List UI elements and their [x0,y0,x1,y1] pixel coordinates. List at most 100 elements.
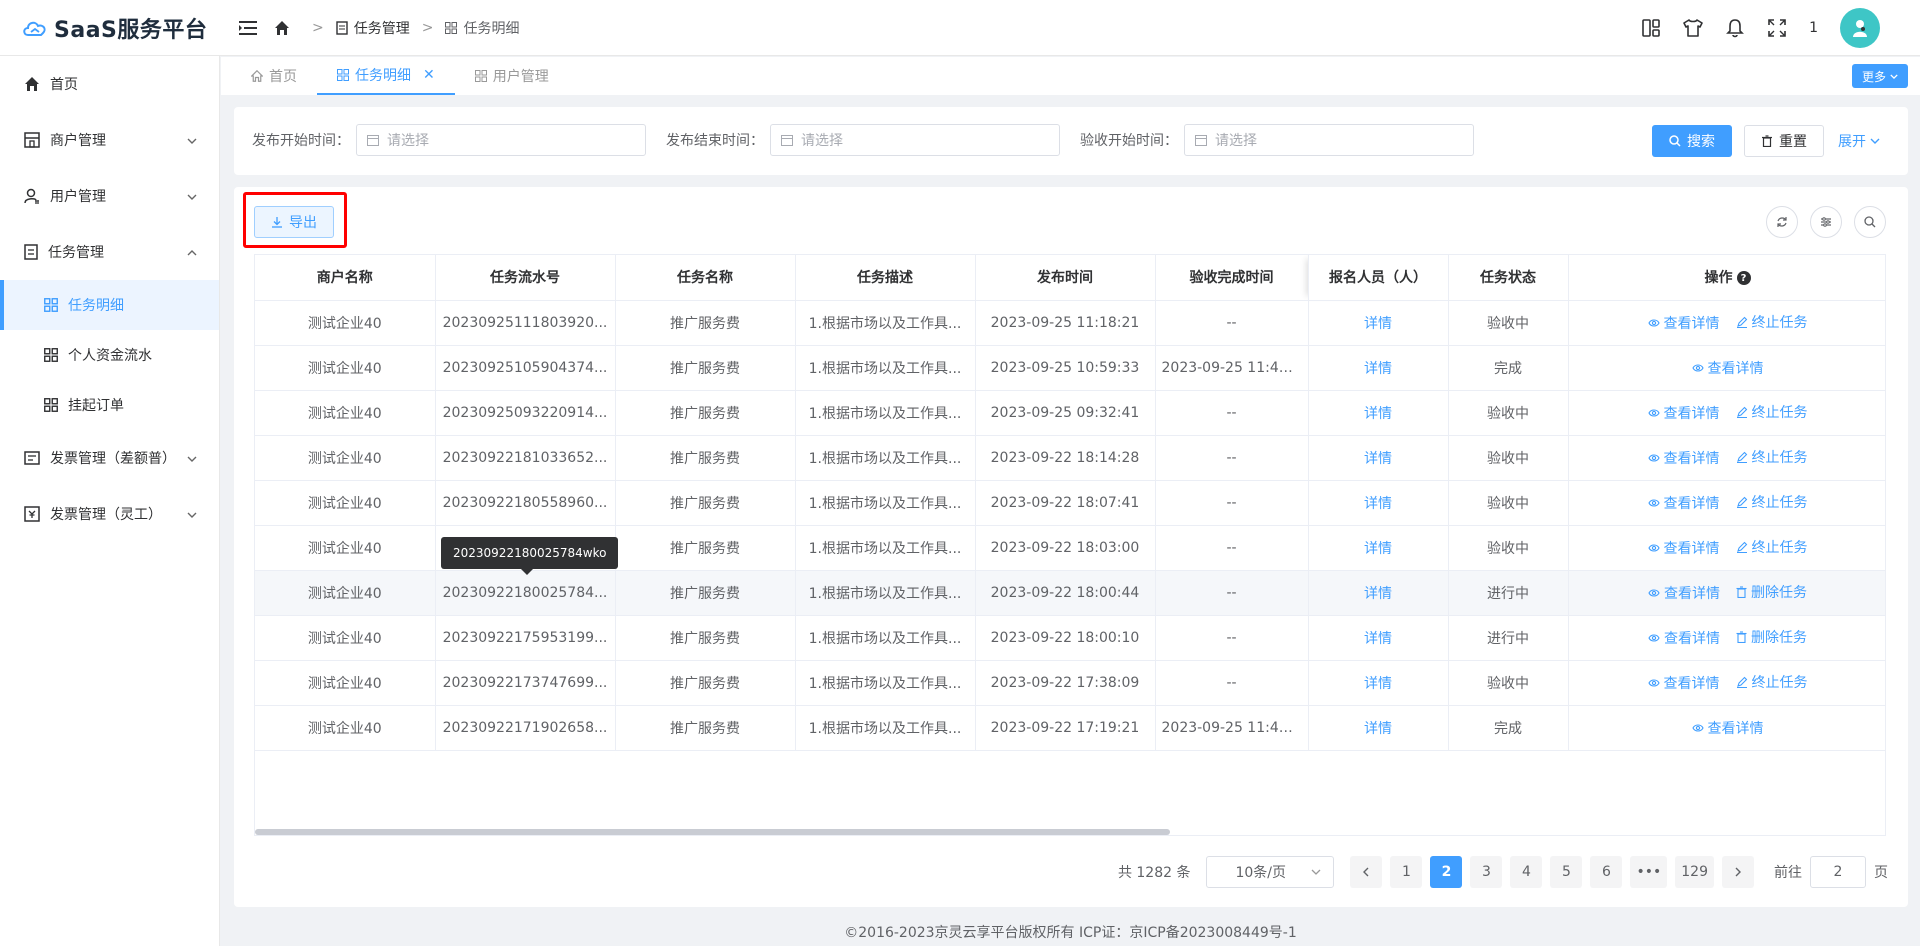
table-row[interactable]: 测试企业40 20230925111803920... 推广服务费 1.根据市场以及工… [255,300,1885,346]
tab-user-manage[interactable]: 用户管理 [455,57,569,95]
accept-start-placeholder: 请选择 [1215,133,1257,149]
cell-actions: 查看详情 终止任务 [1568,300,1885,346]
cell-task-desc: 1.根据市场以及工作具... [795,525,976,571]
page-button[interactable]: 129 [1675,856,1714,888]
logo[interactable]: SaaS服务平台 [0,0,220,56]
sidebar-item-user[interactable]: 用户管理 [0,168,219,224]
prev-page-button[interactable] [1350,856,1383,888]
sidebar-item-fund-flow[interactable]: 个人资金流水 [0,330,219,380]
publish-start-input[interactable]: 请选择 [356,124,646,156]
view-detail-link[interactable]: 查看详情 [1647,448,1720,468]
grid-icon [44,348,58,362]
column-settings-button[interactable] [1810,206,1842,238]
tab-home[interactable]: 首页 [231,57,317,95]
eye-icon [1647,454,1660,462]
menu-fold-icon[interactable] [238,18,258,38]
page-button[interactable]: 5 [1550,856,1583,888]
cell-signup: 详情 [1308,345,1449,391]
sidebar-item-suspended-orders[interactable]: 挂起订单 [0,380,219,430]
cell-signup: 详情 [1308,705,1449,751]
reset-button[interactable]: 重置 [1744,125,1824,157]
goto-page-input[interactable]: 2 [1810,856,1866,888]
stop-task-link[interactable]: 终止任务 [1736,402,1808,422]
export-button[interactable]: 导出 [254,206,334,238]
table-row[interactable]: 测试企业40 20230925105904374... 推广服务费 1.根据市场以及工… [255,345,1885,391]
signup-detail-link[interactable]: 详情 [1364,586,1392,602]
help-icon[interactable]: ? [1736,271,1751,286]
view-detail-link[interactable]: 查看详情 [1647,538,1720,558]
table-row[interactable]: 测试企业40 20230922180025784... 推广服务费 1.根据市场以及工… [255,570,1885,616]
signup-detail-link[interactable]: 详情 [1364,541,1392,557]
stop-task-link[interactable]: 终止任务 [1736,537,1808,557]
bell-icon[interactable] [1725,18,1745,38]
stop-task-link[interactable]: 终止任务 [1736,672,1808,692]
sidebar-item-home[interactable]: 首页 [0,56,219,112]
tab-task-detail[interactable]: 任务明细 ✕ [317,57,455,95]
search-button[interactable]: 搜索 [1652,125,1732,157]
sidebar-item-merchant[interactable]: 商户管理 [0,112,219,168]
table-row[interactable]: 测试企业40 20230925093220914... 推广服务费 1.根据市场以及工… [255,390,1885,436]
view-detail-link[interactable]: 查看详情 [1647,673,1720,693]
theme-shirt-icon[interactable] [1683,18,1703,38]
page-button[interactable]: 6 [1590,856,1623,888]
view-detail-link[interactable]: 查看详情 [1691,718,1764,738]
stop-task-link[interactable]: 终止任务 [1736,447,1808,467]
signup-detail-link[interactable]: 详情 [1364,406,1392,422]
cell-publish-time: 2023-09-22 18:03:00 [975,525,1156,571]
layout-icon[interactable] [1641,18,1661,38]
signup-detail-link[interactable]: 详情 [1364,496,1392,512]
home-icon[interactable] [272,18,292,38]
sidebar-item-task[interactable]: 任务管理 [0,224,219,280]
delete-task-link[interactable]: 删除任务 [1736,627,1807,647]
stop-task-link[interactable]: 终止任务 [1736,492,1808,512]
sidebar-item-invoice-flex[interactable]: 发票管理（灵工） [0,486,219,542]
close-icon[interactable]: ✕ [423,67,435,83]
page-size-select[interactable]: 10条/页 [1206,856,1335,888]
horizontal-scrollbar[interactable] [255,829,1170,835]
view-detail-link[interactable]: 查看详情 [1647,493,1720,513]
view-detail-link[interactable]: 查看详情 [1647,403,1720,423]
page-button[interactable]: 3 [1470,856,1503,888]
publish-start-field: 发布开始时间： 请选择 [252,124,646,156]
expand-button[interactable]: 展开 [1838,131,1880,151]
view-detail-link[interactable]: 查看详情 [1648,583,1720,603]
view-detail-link[interactable]: 查看详情 [1648,628,1720,648]
table-row[interactable]: 测试企业40 20230922180558960... 推广服务费 1.根据市场以及工… [255,480,1885,526]
more-tabs-button[interactable]: 更多 [1851,64,1908,88]
cell-actions: 查看详情 删除任务 [1568,570,1885,616]
sidebar-item-task-detail[interactable]: 任务明细 [0,280,219,330]
signup-detail-link[interactable]: 详情 [1364,676,1392,692]
avatar[interactable] [1840,8,1880,48]
table-row[interactable]: 测试企业40 20230922175953199... 推广服务费 1.根据市场以及工… [255,615,1885,661]
table-row[interactable]: 测试企业40 20230922171902658... 推广服务费 1.根据市场以及工… [255,705,1885,751]
page-button[interactable]: 1 [1390,856,1423,888]
table-row[interactable]: 测试企业40 20230922173747699... 推广服务费 1.根据市场以及工… [255,660,1885,706]
next-page-button[interactable] [1722,856,1754,888]
breadcrumb-parent[interactable]: 任务管理 [354,18,410,38]
page-button[interactable]: 4 [1510,856,1543,888]
sidebar-item-invoice-diff[interactable]: 发票管理（差额普） [0,430,219,486]
view-detail-label: 查看详情 [1663,451,1720,467]
view-detail-link[interactable]: 查看详情 [1691,358,1764,378]
signup-detail-link[interactable]: 详情 [1364,361,1392,377]
fullscreen-icon[interactable] [1767,18,1787,38]
signup-detail-link[interactable]: 详情 [1364,631,1392,647]
signup-detail-link[interactable]: 详情 [1364,721,1392,737]
serial-tooltip: 20230922180025784wko [441,537,619,575]
table-row[interactable]: 测试企业40 20230922181033652... 推广服务费 1.根据市场以及工… [255,435,1885,481]
refresh-button[interactable] [1766,206,1798,238]
view-detail-link[interactable]: 查看详情 [1647,313,1720,333]
cell-serial: 20230922173747699... [435,660,616,706]
signup-detail-link[interactable]: 详情 [1364,316,1392,332]
accept-start-input[interactable]: 请选择 [1184,124,1474,156]
delete-task-link[interactable]: 删除任务 [1736,582,1807,602]
grid-icon [445,21,458,34]
stop-task-link[interactable]: 终止任务 [1736,312,1808,332]
page-ellipsis-button[interactable]: ••• [1630,856,1668,888]
publish-end-input[interactable]: 请选择 [770,124,1060,156]
cell-signup: 详情 [1308,435,1449,481]
page-button[interactable]: 2 [1430,856,1463,888]
table-search-button[interactable] [1854,206,1886,238]
signup-detail-link[interactable]: 详情 [1364,451,1392,467]
cell-task-desc: 1.根据市场以及工作具... [795,435,976,481]
